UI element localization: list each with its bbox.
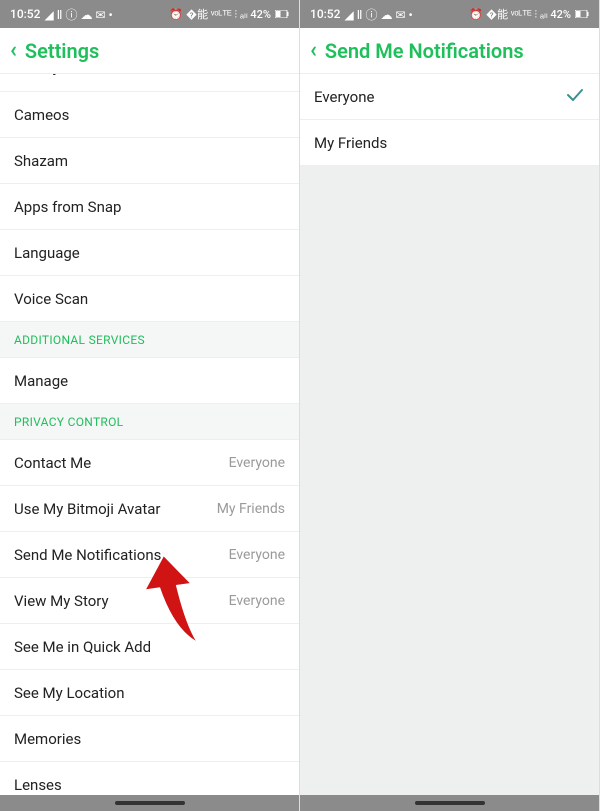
header: ‹ Settings — [0, 28, 299, 74]
list-item-bitmoji-avatar[interactable]: Use My Bitmoji Avatar My Friends — [0, 486, 299, 532]
check-icon — [565, 85, 585, 109]
list-item-lenses[interactable]: Lenses — [0, 762, 299, 795]
list-item[interactable]: Voice Scan — [0, 276, 299, 322]
nav-handle[interactable] — [115, 801, 185, 805]
status-bar: 10:52 ◢ Ⅱ ⓘ ☁ ✉ • ⏰ �能 ᵛᵒᴸᵀᴱ ⫶ ₐₗₗ 42% — [300, 0, 599, 28]
nav-handle[interactable] — [415, 801, 485, 805]
list-item-manage[interactable]: Manage — [0, 358, 299, 404]
list-item[interactable]: Cameos — [0, 92, 299, 138]
list-item-view-story[interactable]: View My Story Everyone — [0, 578, 299, 624]
page-title: Send Me Notifications — [325, 39, 524, 63]
list-item-quick-add[interactable]: See Me in Quick Add — [0, 624, 299, 670]
back-icon[interactable]: ‹ — [10, 38, 17, 63]
options-list: Everyone My Friends — [300, 74, 599, 795]
phone-left: 10:52 ◢ Ⅱ ⓘ ☁ ✉ • ⏰ �能 ᵛᵒᴸᵀᴱ ⫶ ₐₗₗ 42% ‹… — [0, 0, 300, 811]
header: ‹ Send Me Notifications — [300, 28, 599, 74]
list-item[interactable]: Bitmoji — [0, 74, 299, 92]
android-navbar — [0, 795, 299, 811]
page-title: Settings — [25, 39, 99, 63]
status-right-icons: ⏰ �能 ᵛᵒᴸᵀᴱ ⫶ ₐₗₗ 42% — [169, 6, 271, 22]
status-bar: 10:52 ◢ Ⅱ ⓘ ☁ ✉ • ⏰ �能 ᵛᵒᴸᵀᴱ ⫶ ₐₗₗ 42% — [0, 0, 299, 28]
section-header: ADDITIONAL SERVICES — [0, 322, 299, 358]
battery-icon — [575, 10, 589, 18]
option-my-friends[interactable]: My Friends — [300, 120, 599, 166]
settings-list[interactable]: Bitmoji Cameos Shazam Apps from Snap Lan… — [0, 74, 299, 795]
list-item-location[interactable]: See My Location — [0, 670, 299, 716]
status-left-icons: ◢ Ⅱ ⓘ ☁ ✉ • — [44, 6, 112, 23]
section-header: PRIVACY CONTROL — [0, 404, 299, 440]
option-everyone[interactable]: Everyone — [300, 74, 599, 120]
status-time: 10:52 — [10, 7, 40, 21]
list-item[interactable]: Apps from Snap — [0, 184, 299, 230]
status-left-icons: ◢ Ⅱ ⓘ ☁ ✉ • — [344, 6, 412, 23]
android-navbar — [300, 795, 599, 811]
list-item[interactable]: Language — [0, 230, 299, 276]
battery-icon — [275, 10, 289, 18]
status-right-icons: ⏰ �能 ᵛᵒᴸᵀᴱ ⫶ ₐₗₗ 42% — [469, 6, 571, 22]
list-item-contact-me[interactable]: Contact Me Everyone — [0, 440, 299, 486]
back-icon[interactable]: ‹ — [310, 38, 317, 63]
list-item[interactable]: Shazam — [0, 138, 299, 184]
phone-right: 10:52 ◢ Ⅱ ⓘ ☁ ✉ • ⏰ �能 ᵛᵒᴸᵀᴱ ⫶ ₐₗₗ 42% ‹… — [300, 0, 600, 811]
list-item-send-notifications[interactable]: Send Me Notifications Everyone — [0, 532, 299, 578]
status-time: 10:52 — [310, 7, 340, 21]
list-item-memories[interactable]: Memories — [0, 716, 299, 762]
